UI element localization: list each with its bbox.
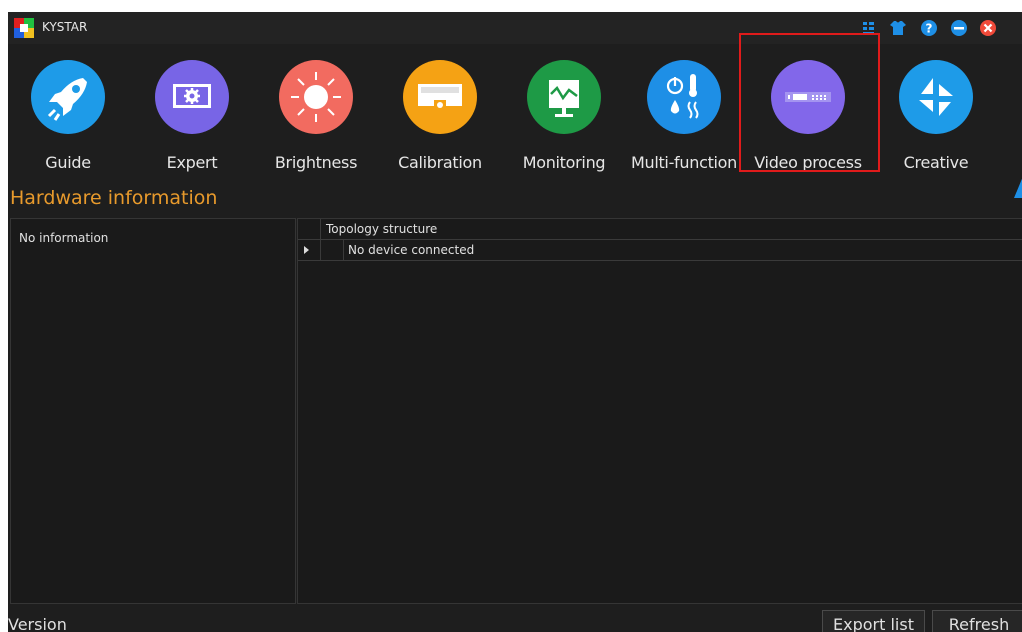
expert-circle <box>155 60 229 134</box>
kystar-logo-icon <box>14 18 34 38</box>
creative-icon <box>919 78 953 116</box>
app-title: KYSTAR <box>42 20 88 34</box>
no-device-text: No device connected <box>348 243 475 257</box>
hardware-info-title: Hardware information <box>10 187 218 209</box>
svg-text:?: ? <box>926 22 933 36</box>
brightness-circle <box>279 60 353 134</box>
close-icon[interactable] <box>978 18 998 38</box>
topology-header-label: Topology structure <box>326 222 438 236</box>
row-indent-cell <box>320 240 344 260</box>
camera-screen-icon <box>418 84 462 110</box>
toolbar-label-multi-function: Multi-function <box>630 153 738 172</box>
header-corner-cell <box>298 219 321 239</box>
topology-panel: Topology structure No device connected <box>297 218 1022 604</box>
minimize-icon[interactable] <box>949 18 969 38</box>
selection-highlight <box>739 33 880 172</box>
table-row[interactable]: No device connected <box>298 240 1022 261</box>
calibration-circle <box>403 60 477 134</box>
version-label: Version <box>8 615 67 632</box>
device-info-panel: No information <box>10 218 296 604</box>
scroll-up-icon[interactable] <box>1012 174 1022 198</box>
toolbar-item-creative[interactable]: Creative <box>876 52 996 174</box>
export-list-button[interactable]: Export list <box>822 610 925 632</box>
multi-function-icon <box>666 74 699 119</box>
app-window: KYSTAR ? Guide Expert Brightness Calibra… <box>8 12 1022 632</box>
rocket-icon <box>47 78 87 121</box>
multi-function-circle <box>647 60 721 134</box>
monitoring-circle <box>527 60 601 134</box>
toolbar-label-expert: Expert <box>166 153 218 172</box>
toolbar-item-multi-function[interactable]: Multi-function <box>624 52 744 174</box>
toolbar-item-monitoring[interactable]: Monitoring <box>504 52 624 174</box>
monitor-graph-icon <box>549 80 579 117</box>
toolbar-label-calibration: Calibration <box>398 153 482 172</box>
toolbar-label-guide: Guide <box>45 153 91 172</box>
toolbar-item-brightness[interactable]: Brightness <box>256 52 376 174</box>
toolbar-label-creative: Creative <box>903 153 969 172</box>
gear-screen-icon <box>173 84 211 108</box>
skin-icon[interactable] <box>888 18 908 38</box>
topology-header: Topology structure <box>298 219 1022 240</box>
sun-icon <box>291 72 341 122</box>
row-pointer-icon <box>304 246 309 254</box>
toolbar-item-expert[interactable]: Expert <box>132 52 252 174</box>
no-information-text: No information <box>19 231 109 245</box>
help-icon[interactable]: ? <box>919 18 939 38</box>
toolbar-label-monitoring: Monitoring <box>522 153 606 172</box>
refresh-button[interactable]: Refresh <box>932 610 1022 632</box>
creative-circle <box>899 60 973 134</box>
guide-circle <box>31 60 105 134</box>
toolbar-item-guide[interactable]: Guide <box>8 52 128 174</box>
toolbar-label-brightness: Brightness <box>274 153 358 172</box>
toolbar-item-calibration[interactable]: Calibration <box>380 52 500 174</box>
